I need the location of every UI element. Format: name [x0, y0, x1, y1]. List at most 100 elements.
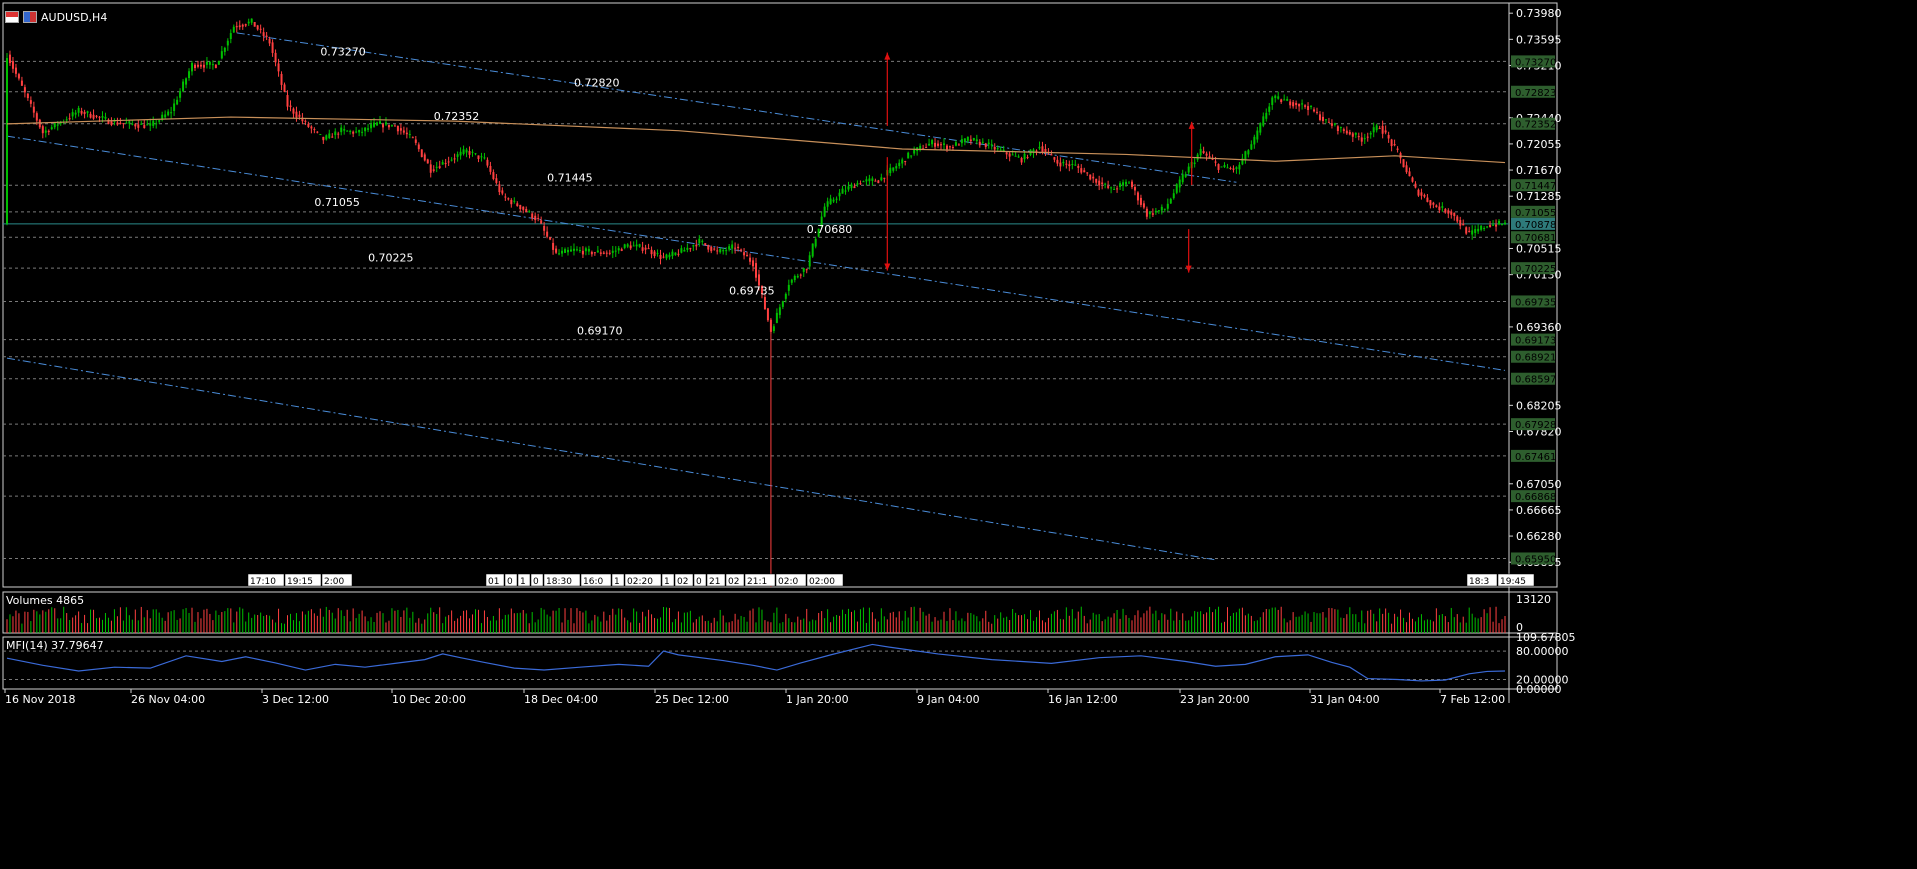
candle-body[interactable] — [1184, 174, 1187, 177]
candle-body[interactable] — [128, 121, 131, 124]
candle-body[interactable] — [1259, 123, 1262, 133]
candle-body[interactable] — [217, 61, 220, 65]
chart-window[interactable]: 0.739800.735950.732100.724400.720550.716… — [0, 0, 1917, 869]
candle-body[interactable] — [1122, 182, 1125, 186]
candle-body[interactable] — [629, 245, 632, 249]
candle-body[interactable] — [176, 99, 179, 105]
candle-body[interactable] — [1238, 164, 1241, 170]
candle-body[interactable] — [489, 165, 492, 172]
candle-body[interactable] — [298, 114, 301, 117]
candle-body[interactable] — [829, 198, 832, 205]
candle-body[interactable] — [1014, 155, 1017, 157]
candle-body[interactable] — [492, 172, 495, 179]
candle-body[interactable] — [152, 120, 155, 126]
candle-body[interactable] — [740, 249, 743, 251]
candle-body[interactable] — [1486, 226, 1489, 228]
candle-body[interactable] — [1304, 105, 1307, 107]
candle-body[interactable] — [555, 248, 558, 253]
candle-body[interactable] — [904, 160, 907, 162]
candle-body[interactable] — [910, 155, 913, 157]
candle-body[interactable] — [373, 122, 376, 127]
candle-body[interactable] — [381, 124, 384, 128]
candle-body[interactable] — [543, 225, 546, 231]
candle-body[interactable] — [417, 144, 420, 150]
candle-body[interactable] — [6, 58, 8, 224]
candle-body[interactable] — [1166, 203, 1169, 209]
candle-body[interactable] — [1023, 153, 1026, 160]
candle-body[interactable] — [1465, 227, 1468, 234]
candle-body[interactable] — [1447, 210, 1450, 214]
candle-body[interactable] — [856, 183, 859, 185]
candle-body[interactable] — [35, 113, 38, 121]
candle-body[interactable] — [331, 136, 334, 138]
candle-body[interactable] — [384, 122, 387, 125]
candle-body[interactable] — [1071, 164, 1074, 166]
candle-body[interactable] — [907, 152, 910, 159]
candle-body[interactable] — [590, 251, 593, 255]
candle-body[interactable] — [1080, 168, 1083, 173]
candle-body[interactable] — [942, 143, 945, 145]
candle-body[interactable] — [435, 166, 438, 168]
candle-body[interactable] — [477, 155, 480, 159]
candle-body[interactable] — [137, 124, 140, 128]
candle-body[interactable] — [444, 163, 447, 165]
candle-body[interactable] — [155, 123, 158, 125]
candle-body[interactable] — [214, 64, 217, 68]
candle-body[interactable] — [1483, 228, 1486, 230]
candle-body[interactable] — [1142, 203, 1145, 208]
candle-body[interactable] — [191, 63, 194, 72]
candle-body[interactable] — [1160, 206, 1163, 211]
candle-body[interactable] — [241, 24, 244, 27]
candle-body[interactable] — [1283, 99, 1286, 101]
candle-body[interactable] — [349, 130, 352, 132]
candle-body[interactable] — [1354, 132, 1357, 135]
candle-body[interactable] — [486, 159, 489, 166]
candle-body[interactable] — [641, 247, 644, 251]
candle-body[interactable] — [519, 205, 522, 210]
candle-body[interactable] — [1318, 114, 1321, 121]
candle-body[interactable] — [1307, 106, 1310, 110]
candle-body[interactable] — [1262, 116, 1265, 126]
candle-body[interactable] — [483, 157, 486, 159]
candle-body[interactable] — [680, 248, 683, 253]
candle-body[interactable] — [596, 250, 599, 253]
candle-body[interactable] — [1056, 159, 1059, 164]
candle-body[interactable] — [752, 260, 755, 267]
candle-body[interactable] — [686, 247, 689, 250]
candle-body[interactable] — [1256, 130, 1259, 140]
candle-body[interactable] — [361, 131, 364, 133]
candle-body[interactable] — [975, 139, 978, 142]
candle-body[interactable] — [1369, 132, 1372, 135]
candle-body[interactable] — [1199, 148, 1202, 156]
candle-body[interactable] — [1104, 183, 1107, 185]
candle-body[interactable] — [1423, 194, 1426, 197]
candle-body[interactable] — [393, 125, 396, 127]
candle-body[interactable] — [1116, 188, 1119, 190]
candle-body[interactable] — [1366, 136, 1369, 138]
candle-body[interactable] — [1396, 148, 1399, 150]
candle-body[interactable] — [1250, 144, 1253, 150]
candle-body[interactable] — [232, 26, 235, 33]
candle-body[interactable] — [432, 169, 435, 171]
candle-body[interactable] — [862, 181, 865, 183]
candle-body[interactable] — [1498, 220, 1501, 225]
candle-body[interactable] — [1345, 130, 1348, 134]
candle-body[interactable] — [889, 167, 892, 174]
trendline[interactable] — [6, 357, 1216, 561]
candle-body[interactable] — [244, 24, 247, 26]
candle-body[interactable] — [1277, 96, 1280, 99]
candle-body[interactable] — [644, 247, 647, 250]
candle-body[interactable] — [689, 248, 692, 250]
candle-body[interactable] — [250, 18, 253, 23]
candle-body[interactable] — [44, 130, 47, 133]
candle-body[interactable] — [1020, 158, 1023, 163]
candle-body[interactable] — [808, 255, 811, 267]
candle-body[interactable] — [1175, 184, 1178, 193]
candle-body[interactable] — [1330, 123, 1333, 126]
candle-body[interactable] — [769, 319, 772, 332]
candle-body[interactable] — [1426, 197, 1429, 202]
candle-body[interactable] — [1456, 216, 1459, 222]
candle-body[interactable] — [584, 248, 587, 252]
candle-body[interactable] — [743, 252, 746, 256]
candle-body[interactable] — [1244, 151, 1247, 160]
